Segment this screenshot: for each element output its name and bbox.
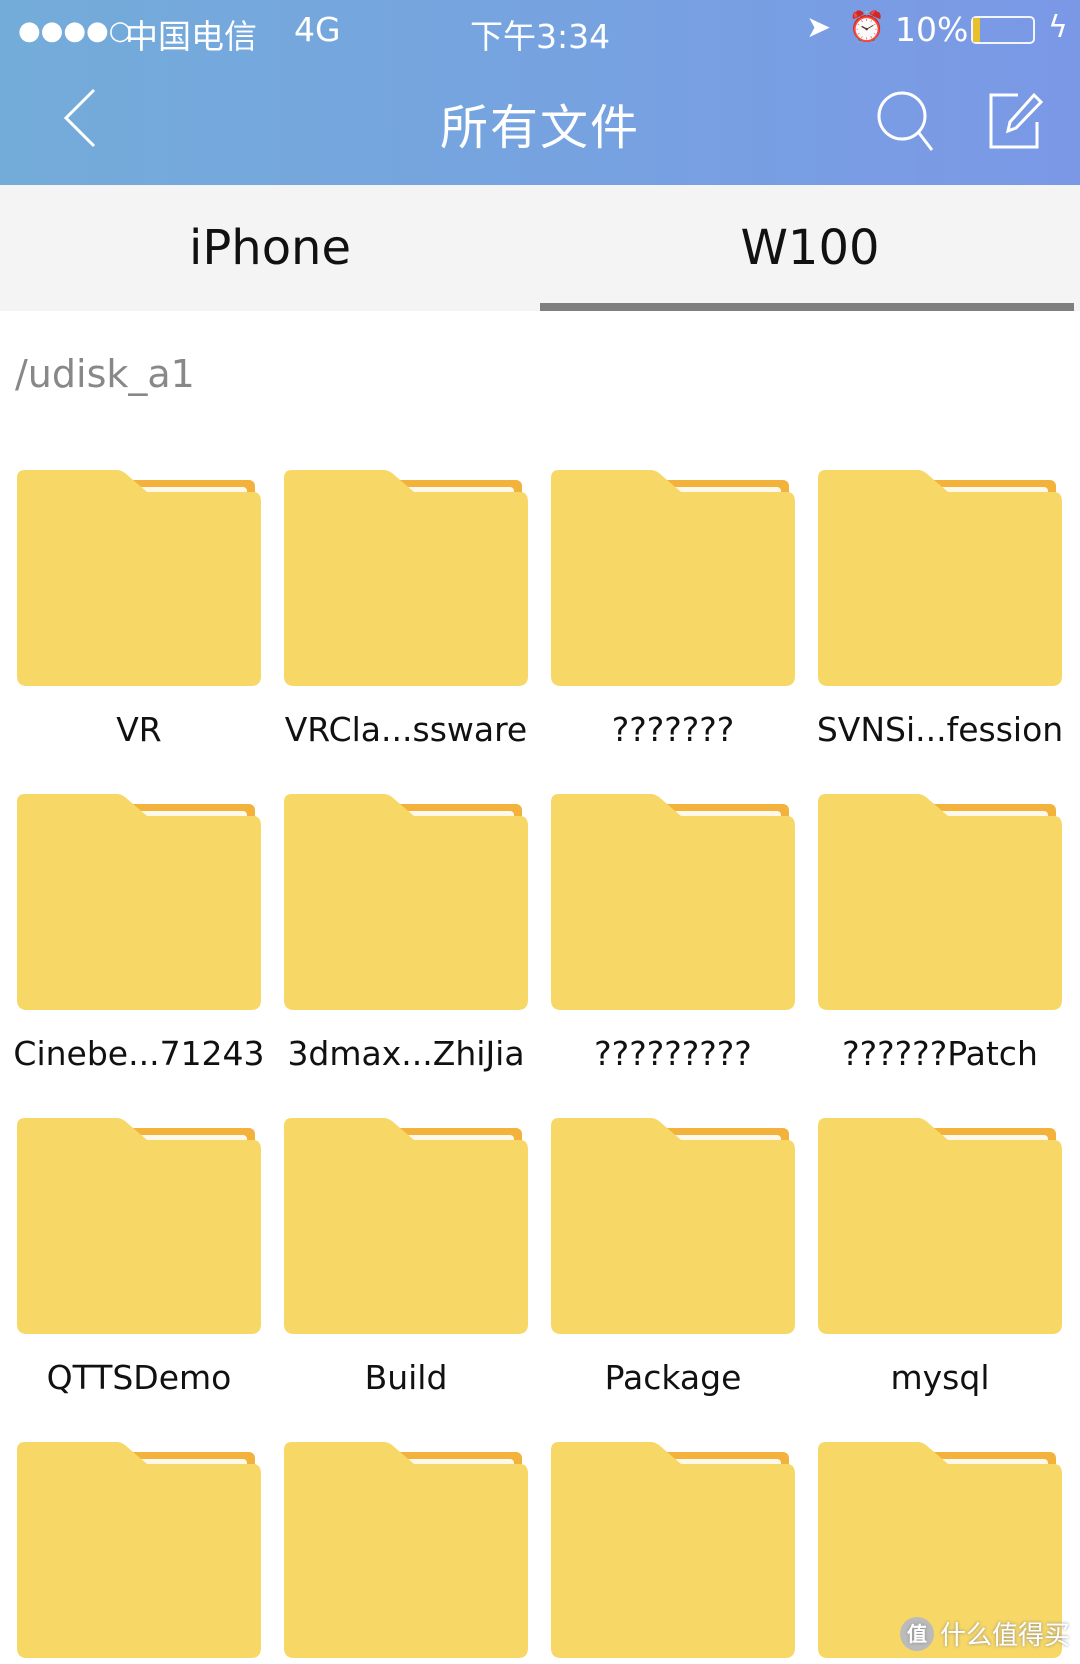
- watermark: 值什么值得买: [899, 1615, 1070, 1652]
- folder-item[interactable]: QTTSDemo: [17, 1118, 261, 1397]
- folder-name: Build: [364, 1358, 448, 1397]
- folder-name: ??????Patch: [842, 1034, 1038, 1073]
- folder-icon: [17, 1442, 261, 1658]
- folder-name: 3dmax...ZhiJia: [287, 1034, 525, 1073]
- folder-grid: VR VRCla...ssware??????? SVNSi...fession Ci…: [13, 470, 1063, 1658]
- folder-item[interactable]: Cinebe...71243: [13, 794, 265, 1073]
- folder-name: QTTSDemo: [46, 1358, 232, 1397]
- folder-icon: [551, 1118, 795, 1334]
- folder-icon: [284, 1118, 528, 1334]
- folder-name: VR: [116, 710, 162, 749]
- folder-name: Package: [604, 1358, 742, 1397]
- watermark-text: 什么值得买: [939, 1621, 1070, 1651]
- folder-item[interactable]: Build: [284, 1118, 528, 1397]
- network-type: 4G: [294, 10, 341, 49]
- folder-icon: [284, 1442, 528, 1658]
- folder-icon: [17, 794, 261, 1010]
- signal-strength: ●●●●○: [18, 16, 132, 46]
- folder-icon: [818, 1118, 1062, 1334]
- folder-icon: [17, 470, 261, 686]
- carrier: 中国电信: [125, 17, 257, 56]
- folder-name: ?????????: [594, 1034, 752, 1073]
- folder-item[interactable]: VR: [17, 470, 261, 749]
- charging-icon: ϟ: [1048, 10, 1068, 45]
- folder-item[interactable]: [17, 1442, 261, 1658]
- folder-name: ???????: [611, 710, 735, 749]
- device-tabs: iPhone W100: [0, 185, 1080, 311]
- battery-percent: 10%: [895, 10, 969, 49]
- folder-icon: [818, 470, 1062, 686]
- folder-icon: [551, 1442, 795, 1658]
- status-bar: ●●●●○ 中国电信 4G 下午3:34 ➤ ⏰ 10% ϟ: [0, 0, 1080, 60]
- folder-item[interactable]: ???????: [551, 470, 795, 749]
- folder-icon: [284, 794, 528, 1010]
- folder-icon: [284, 470, 528, 686]
- folder-item[interactable]: ?????????: [551, 794, 795, 1073]
- folder-item[interactable]: VRCla...ssware: [284, 470, 528, 749]
- current-path: /udisk_a1: [15, 352, 195, 396]
- folder-icon: [818, 794, 1062, 1010]
- folder-item[interactable]: 3dmax...ZhiJia: [284, 794, 528, 1073]
- folder-icon: [551, 794, 795, 1010]
- folder-name: mysql: [890, 1358, 990, 1397]
- search-icon[interactable]: [876, 90, 936, 154]
- folder-item[interactable]: Package: [551, 1118, 795, 1397]
- tab-iphone[interactable]: iPhone: [0, 185, 540, 311]
- folder-name: VRCla...ssware: [284, 710, 528, 749]
- folder-item[interactable]: [551, 1442, 795, 1658]
- folder-item[interactable]: mysql: [818, 1118, 1062, 1397]
- top-bar: ●●●●○ 中国电信 4G 下午3:34 ➤ ⏰ 10% ϟ 所有文件: [0, 0, 1080, 185]
- battery-icon: [971, 16, 1035, 44]
- clock: 下午3:34: [470, 17, 611, 56]
- folder-icon: [551, 470, 795, 686]
- folder-name: Cinebe...71243: [13, 1034, 265, 1073]
- tab-w100[interactable]: W100: [540, 185, 1080, 311]
- watermark-logo-icon: 值: [899, 1616, 934, 1651]
- edit-icon[interactable]: [988, 92, 1044, 150]
- alarm-icon: ⏰: [848, 10, 886, 45]
- folder-item[interactable]: SVNSi...fession: [817, 470, 1063, 749]
- folder-item[interactable]: ??????Patch: [818, 794, 1062, 1073]
- location-icon: ➤: [806, 10, 832, 45]
- folder-icon: [17, 1118, 261, 1334]
- folder-name: SVNSi...fession: [816, 710, 1064, 749]
- folder-item[interactable]: [284, 1442, 528, 1658]
